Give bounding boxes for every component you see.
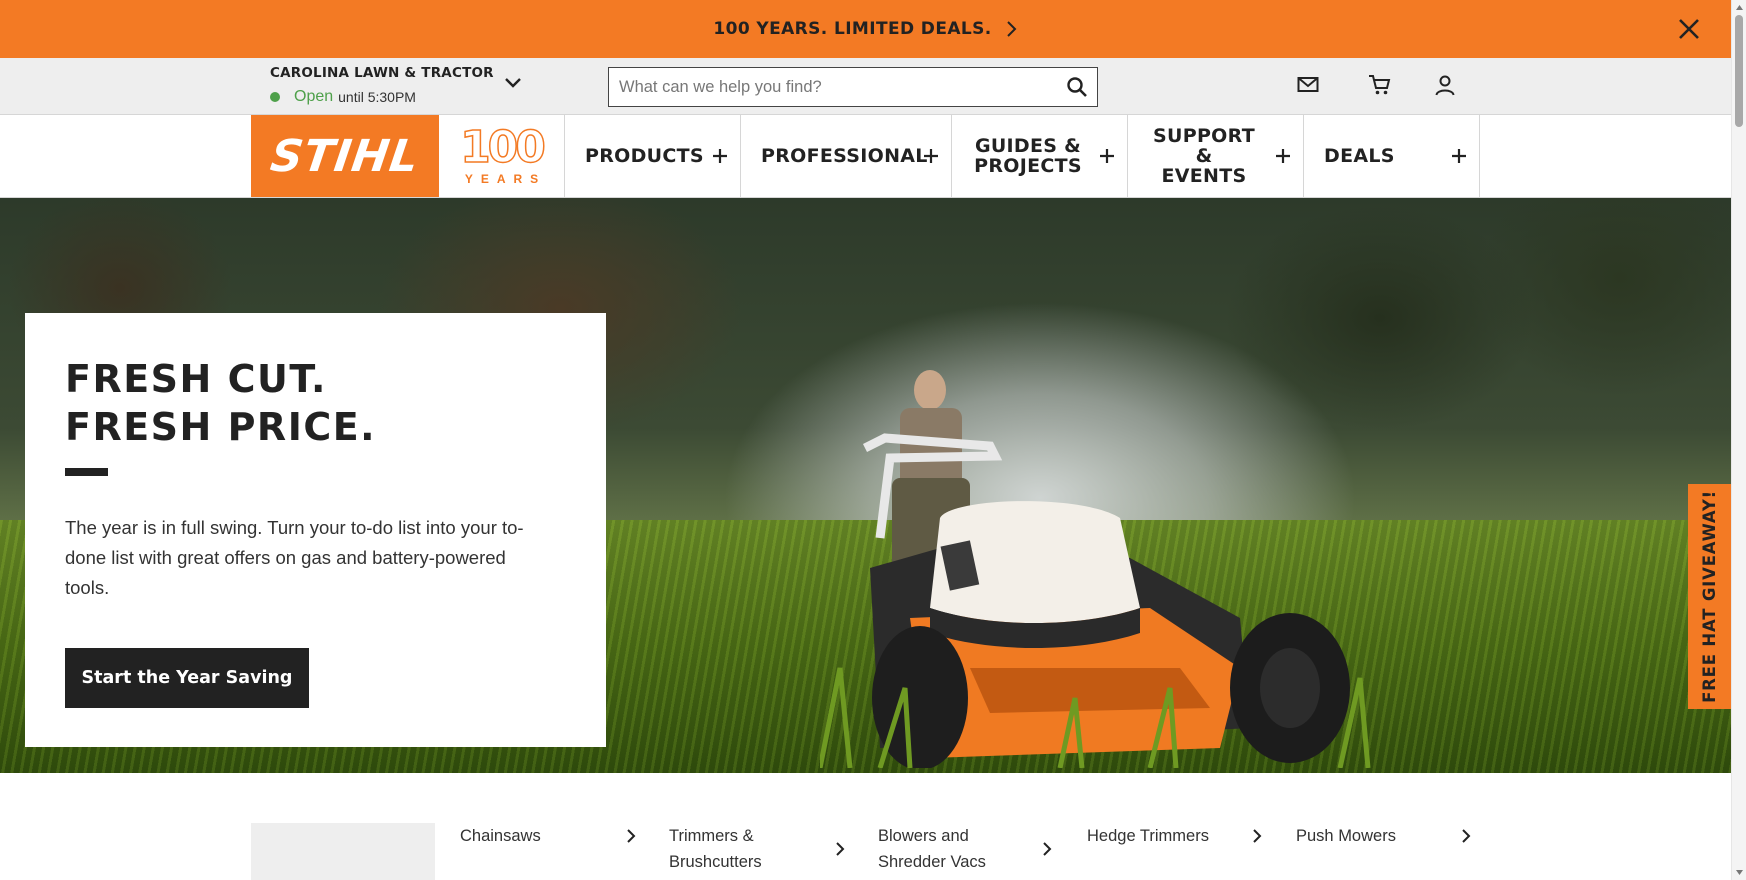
chevron-down-icon[interactable] bbox=[503, 75, 523, 91]
search-box bbox=[608, 67, 1098, 107]
search-input[interactable] bbox=[609, 68, 1057, 106]
page-scrollbar[interactable] bbox=[1731, 0, 1746, 880]
category-label: Hedge Trimmers bbox=[1087, 827, 1209, 845]
category-strip: Chainsaws Trimmers & Brushcutters Blower… bbox=[0, 773, 1731, 880]
anniversary-word: YEARS bbox=[464, 172, 547, 186]
category-label: Blowers and Shredder Vacs bbox=[878, 827, 986, 871]
nav-label-support-events: SUPPORT & EVENTS bbox=[1153, 125, 1255, 187]
search-icon bbox=[1067, 77, 1087, 97]
messages-button[interactable] bbox=[1294, 71, 1322, 99]
giveaway-label: FREE HAT GIVEAWAY! bbox=[1700, 490, 1719, 703]
promo-banner: 100 YEARS. LIMITED DEALS. bbox=[0, 0, 1731, 58]
plus-icon bbox=[924, 149, 938, 163]
hero-divider bbox=[65, 468, 108, 476]
nav-label-guides-projects: GUIDES & PROJECTS bbox=[974, 135, 1082, 177]
plus-icon bbox=[1276, 149, 1290, 163]
account-button[interactable] bbox=[1431, 71, 1459, 99]
promo-link[interactable]: 100 YEARS. LIMITED DEALS. bbox=[713, 19, 1017, 39]
main-nav: STIHL 100 YEARS PRODUCTS PROFESSIONAL GU… bbox=[0, 115, 1731, 198]
hero-card: FRESH CUT. FRESH PRICE. The year is in f… bbox=[25, 313, 606, 747]
plus-icon bbox=[1452, 149, 1466, 163]
promo-text: 100 YEARS. LIMITED DEALS. bbox=[713, 19, 992, 39]
cart-icon bbox=[1369, 75, 1391, 95]
stihl-logo[interactable]: STIHL bbox=[251, 115, 439, 197]
lawn-mower-image bbox=[820, 370, 1371, 768]
open-status-dot bbox=[270, 92, 280, 102]
mail-icon bbox=[1297, 77, 1319, 92]
cart-button[interactable] bbox=[1366, 71, 1394, 99]
account-icon bbox=[1435, 75, 1455, 96]
anniversary-number: 100 bbox=[459, 122, 546, 173]
category-label: Push Mowers bbox=[1296, 827, 1396, 845]
category-push-mowers[interactable]: Push Mowers bbox=[1296, 823, 1486, 880]
chevron-right-icon bbox=[627, 829, 636, 843]
start-saving-button[interactable]: Start the Year Saving bbox=[65, 648, 309, 708]
store-selector[interactable]: CAROLINA LAWN & TRACTOR Open until 5:30P… bbox=[270, 65, 494, 106]
scroll-up-arrow-icon[interactable] bbox=[1735, 3, 1744, 12]
nav-item-support-events[interactable]: SUPPORT & EVENTS bbox=[1128, 115, 1304, 197]
anniversary-badge: 100 YEARS bbox=[439, 115, 565, 197]
category-chainsaws[interactable]: Chainsaws bbox=[460, 823, 650, 880]
nav-item-guides-projects[interactable]: GUIDES & PROJECTS bbox=[952, 115, 1128, 197]
nav-item-deals[interactable]: DEALS bbox=[1304, 115, 1480, 197]
category-trimmers-brushcutters[interactable]: Trimmers & Brushcutters bbox=[669, 823, 859, 880]
nav-label-deals: DEALS bbox=[1324, 145, 1395, 167]
chevron-right-icon bbox=[1043, 842, 1052, 856]
nav-item-professional[interactable]: PROFESSIONAL bbox=[741, 115, 952, 197]
hero-description: The year is in full swing. Turn your to-… bbox=[65, 517, 524, 598]
nav-label-products: PRODUCTS bbox=[585, 145, 704, 167]
nav-item-products[interactable]: PRODUCTS bbox=[565, 115, 741, 197]
free-hat-giveaway-tab[interactable]: FREE HAT GIVEAWAY! bbox=[1688, 484, 1731, 709]
store-name: CAROLINA LAWN & TRACTOR bbox=[270, 65, 494, 81]
logo-text: STIHL bbox=[267, 130, 423, 182]
category-blowers-shredder-vacs[interactable]: Blowers and Shredder Vacs bbox=[878, 823, 1068, 880]
chevron-right-icon bbox=[1253, 829, 1262, 843]
category-label: Trimmers & Brushcutters bbox=[669, 827, 762, 871]
scrollbar-thumb[interactable] bbox=[1735, 15, 1743, 127]
store-open-status: Open bbox=[294, 88, 334, 105]
plus-icon bbox=[713, 149, 727, 163]
chevron-right-icon bbox=[1462, 829, 1471, 843]
search-button[interactable] bbox=[1057, 68, 1097, 106]
hero-banner: FRESH CUT. FRESH PRICE. The year is in f… bbox=[0, 198, 1731, 773]
chevron-right-icon bbox=[836, 842, 845, 856]
chevron-right-icon bbox=[1006, 21, 1017, 37]
store-status: Open until 5:30PM bbox=[270, 88, 494, 106]
nav-label-professional: PROFESSIONAL bbox=[761, 145, 928, 167]
category-thumbnail bbox=[251, 823, 435, 880]
category-label: Chainsaws bbox=[460, 827, 541, 845]
hero-title: FRESH CUT. FRESH PRICE. bbox=[65, 357, 377, 449]
plus-icon bbox=[1100, 149, 1114, 163]
utility-bar: CAROLINA LAWN & TRACTOR Open until 5:30P… bbox=[0, 58, 1731, 115]
category-hedge-trimmers[interactable]: Hedge Trimmers bbox=[1087, 823, 1277, 880]
scroll-down-arrow-icon[interactable] bbox=[1735, 868, 1744, 877]
close-icon[interactable] bbox=[1677, 17, 1701, 41]
store-hours: until 5:30PM bbox=[338, 89, 416, 105]
